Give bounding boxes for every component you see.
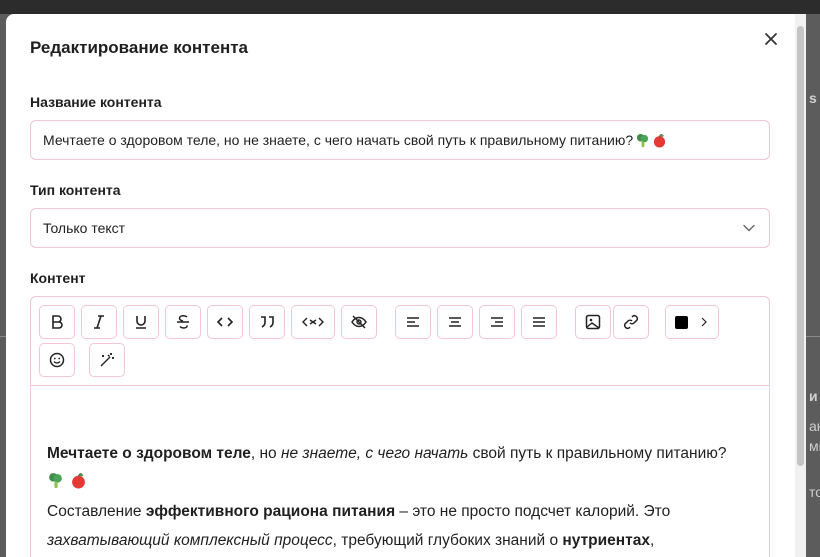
align-justify-icon [533,317,545,327]
name-input[interactable]: Мечтаете о здоровом теле, но не знаете, … [30,120,770,160]
text-span: , [649,532,655,549]
quote-icon [261,316,274,328]
align-justify-button[interactable] [521,305,557,339]
app-top-bar [0,0,820,14]
content-type-select[interactable]: Только текст [30,208,770,248]
broccoli-emoji-icon [49,473,62,488]
modal-title: Редактирование контента [30,38,249,57]
bold-icon [52,315,63,329]
scrollbar-thumb[interactable] [797,26,804,466]
code-block-button[interactable] [291,305,335,339]
underline-icon [136,316,146,329]
link-icon [623,314,639,330]
insert-link-button[interactable] [613,305,649,339]
background-text: тове [809,484,820,500]
background-text: s [809,90,817,106]
align-right-icon [491,317,503,327]
bold-text: нутриентах [562,532,650,549]
italic-text: захватывающий комплексный процесс [47,532,333,549]
background-text: мни [809,438,820,454]
name-label: Название контента [30,94,162,110]
apple-emoji-icon [654,133,666,148]
insert-image-button[interactable] [575,305,611,339]
code-icon [216,317,234,327]
type-label: Тип контента [30,182,121,198]
hide-spoiler-button[interactable] [341,305,377,339]
chevron-down-icon [743,224,755,232]
text-span: Составление [47,503,146,520]
smiley-icon [49,352,65,368]
close-button[interactable] [760,28,782,50]
italic-icon [94,315,104,329]
bold-button[interactable] [39,305,75,339]
align-left-button[interactable] [395,305,431,339]
broccoli-emoji-icon [637,133,649,147]
code-block-icon [302,317,324,327]
editor-toolbar [31,297,769,386]
emoji-button[interactable] [39,343,75,377]
quote-button[interactable] [249,305,285,339]
content-paragraph: Мечтаете о здоровом теле, но не знаете, … [47,439,747,468]
name-input-value: Мечтаете о здоровом теле, но не знаете, … [43,132,634,148]
content-paragraph: захватывающий комплексный процесс, требу… [47,526,747,555]
content-paragraph: Составление эффективного рациона питания… [47,497,747,526]
color-swatch-icon [674,315,688,329]
modal-scrollbar[interactable] [795,14,806,557]
apple-emoji-icon [72,473,86,489]
content-label: Контент [30,270,86,286]
editor-content[interactable]: Мечтаете о здоровом теле, но не знаете, … [47,439,747,555]
content-emoji-line [47,468,747,497]
align-center-icon [449,317,461,327]
content-type-value: Только текст [43,220,126,236]
eye-off-icon [351,315,367,329]
italic-text: не знаете, с чего начать [280,445,469,462]
align-left-icon [407,317,419,327]
align-right-button[interactable] [479,305,515,339]
text-span: , требующий глубоких знаний о [332,532,563,549]
strikethrough-icon [177,314,189,329]
bold-text: Мечтаете о здоровом теле [47,445,251,462]
text-color-button[interactable] [665,305,719,339]
strikethrough-button[interactable] [165,305,201,339]
edit-content-modal: Редактирование контента Название контент… [6,14,804,557]
image-icon [585,314,601,330]
text-span: свой путь к правильному питанию? [468,445,727,462]
bold-text: эффективного рациона питания [145,503,396,520]
italic-button[interactable] [81,305,117,339]
code-button[interactable] [207,305,243,339]
text-span: – это не просто подсчет калорий. Это [395,503,671,520]
background-text: и [809,388,818,404]
text-span: , но [250,445,281,462]
rich-text-editor: Мечтаете о здоровом теле, но не знаете, … [30,296,770,557]
magic-wand-button[interactable] [89,343,125,377]
magic-wand-icon [100,353,114,367]
close-icon [765,33,777,45]
align-center-button[interactable] [437,305,473,339]
background-divider [806,336,820,337]
background-text: ан [809,418,820,434]
underline-button[interactable] [123,305,159,339]
chevron-right-icon [701,317,707,327]
